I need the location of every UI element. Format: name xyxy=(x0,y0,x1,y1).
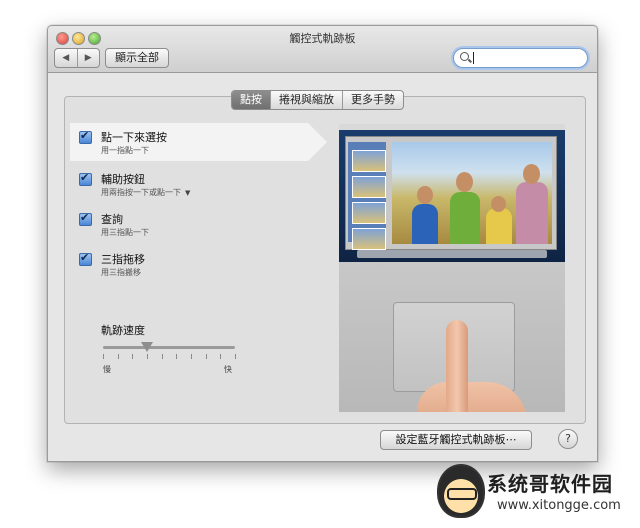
person-figure xyxy=(450,192,480,244)
person-figure xyxy=(486,208,512,244)
watermark: 系统哥软件园 www.xitongge.com xyxy=(437,462,637,524)
slider-tick xyxy=(220,354,221,359)
option-title: 三指拖移 xyxy=(101,253,145,266)
checkbox-look-up[interactable] xyxy=(79,211,92,226)
back-arrow-icon[interactable]: ◀ xyxy=(55,49,78,67)
preferences-window: 觸控式軌跡板 ◀ ▶ 顯示全部 點按 捲視與縮放 更多手勢 點一下來選按 用一指… xyxy=(47,25,598,462)
family-photo xyxy=(392,142,552,244)
preview-thumbnails xyxy=(352,150,386,254)
search-icon xyxy=(460,52,469,61)
option-subtitle: 用一指點一下 xyxy=(101,146,149,155)
setup-bluetooth-trackpad-button[interactable]: 設定藍牙觸控式軌跡板⋯ xyxy=(380,430,532,450)
window-toolbar: 觸控式軌跡板 ◀ ▶ 顯示全部 xyxy=(48,26,597,73)
option-title: 點一下來選按 xyxy=(101,131,167,144)
person-head xyxy=(417,186,433,204)
forward-arrow-icon[interactable]: ▶ xyxy=(78,49,100,67)
person-figure xyxy=(412,204,438,244)
checkbox-tap-to-click[interactable] xyxy=(79,129,92,144)
option-subtitle: 用三指點一下 xyxy=(101,228,149,237)
option-subtitle[interactable]: 用兩指按一下或點一下 ▼ xyxy=(101,187,190,198)
person-figure xyxy=(516,182,548,244)
slider-tick xyxy=(132,354,133,359)
checkbox-three-finger-drag[interactable] xyxy=(79,251,92,266)
text-cursor xyxy=(473,52,474,64)
tab-more-gestures[interactable]: 更多手勢 xyxy=(343,91,403,109)
slider-tick xyxy=(118,354,119,359)
slider-tick xyxy=(206,354,207,359)
preview-menubar xyxy=(339,124,565,130)
option-title: 查詢 xyxy=(101,213,123,226)
watermark-brand: 系统哥软件园 xyxy=(487,472,613,496)
tab-scroll-zoom[interactable]: 捲視與縮放 xyxy=(271,91,343,109)
slider-tick xyxy=(191,354,192,359)
back-forward-control: ◀ ▶ xyxy=(54,48,100,68)
slow-label: 慢 xyxy=(103,365,111,374)
slider-tick xyxy=(103,354,104,359)
gesture-preview xyxy=(339,124,565,412)
preview-screen xyxy=(339,124,565,262)
tab-bar: 點按 捲視與縮放 更多手勢 xyxy=(231,90,404,110)
fast-label: 快 xyxy=(224,365,232,374)
option-subtitle: 用三指搬移 xyxy=(101,268,141,277)
chevron-down-icon[interactable]: ▼ xyxy=(185,189,190,197)
slider-tick xyxy=(176,354,177,359)
watermark-url: www.xitongge.com xyxy=(497,498,621,513)
person-head xyxy=(456,172,473,192)
slider-tick xyxy=(162,354,163,359)
finger-illustration xyxy=(446,320,468,412)
help-button[interactable]: ? xyxy=(558,429,578,449)
option-title: 輔助按鈕 xyxy=(101,173,145,186)
person-head xyxy=(523,164,540,184)
slider-tick xyxy=(147,354,148,359)
window-title: 觸控式軌跡板 xyxy=(289,32,356,45)
preview-sidebar xyxy=(348,142,386,250)
slider-tick xyxy=(235,354,236,359)
preview-dock xyxy=(357,250,547,258)
search-field[interactable] xyxy=(453,48,588,68)
tracking-speed-label: 軌跡速度 xyxy=(101,324,145,337)
tab-point-click[interactable]: 點按 xyxy=(232,91,271,109)
tracking-speed-slider[interactable] xyxy=(103,346,235,349)
slider-thumb[interactable] xyxy=(141,342,153,352)
show-all-button[interactable]: 顯示全部 xyxy=(105,48,169,68)
person-head xyxy=(491,196,506,212)
option-subtitle-text: 用兩指按一下或點一下 xyxy=(101,188,181,197)
preview-photo-app xyxy=(345,136,557,250)
mascot-icon xyxy=(437,464,485,518)
checkbox-secondary-click[interactable] xyxy=(79,171,92,186)
